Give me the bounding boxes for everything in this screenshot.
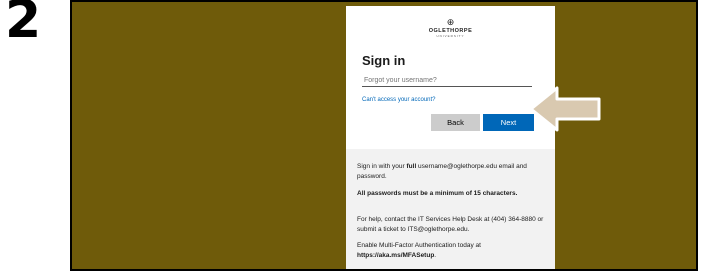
info-password-rule: All passwords must be a minimum of 15 ch… <box>357 190 518 197</box>
logo-subtitle: UNIVERSITY <box>436 34 465 38</box>
screenshot-frame: ⊕ OGLETHORPE UNIVERSITY Sign in Can't ac… <box>70 0 698 271</box>
info-username-text: Sign in with your full username@oglethor… <box>357 163 527 180</box>
step-number: 2 <box>5 0 42 50</box>
mfa-setup-link[interactable]: https://aka.ms/MFASetup <box>357 252 434 259</box>
pointer-arrow-icon <box>529 86 601 132</box>
info-mfa-text: Enable Multi-Factor Authentication today… <box>357 242 481 259</box>
page-title: Sign in <box>362 53 406 68</box>
cant-access-account-link[interactable]: Can't access your account? <box>362 97 436 103</box>
info-helpdesk-text: For help, contact the IT Services Help D… <box>357 216 544 233</box>
crest-icon: ⊕ <box>446 17 455 27</box>
username-input[interactable] <box>362 74 532 87</box>
back-button[interactable]: Back <box>431 114 480 131</box>
signin-card: ⊕ OGLETHORPE UNIVERSITY Sign in Can't ac… <box>346 6 555 269</box>
university-logo: ⊕ OGLETHORPE UNIVERSITY <box>346 17 555 39</box>
info-panel: Sign in with your full username@oglethor… <box>346 149 555 269</box>
